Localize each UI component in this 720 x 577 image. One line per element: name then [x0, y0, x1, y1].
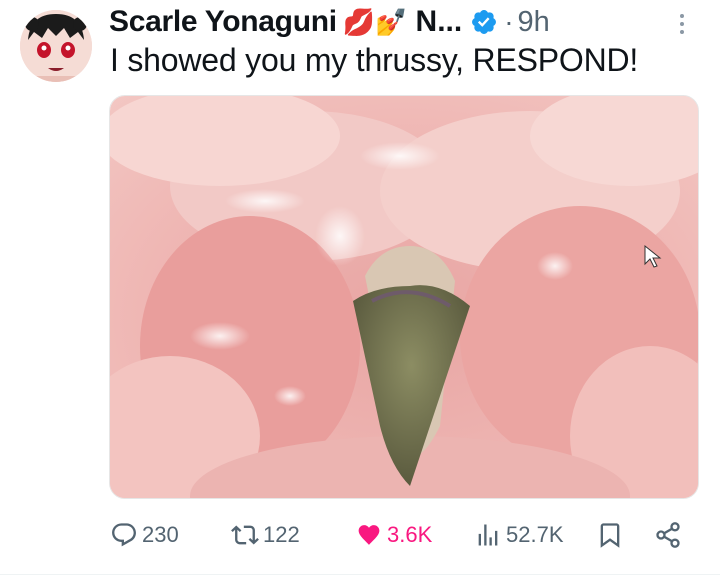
tweet-media[interactable]: [109, 95, 699, 499]
share-button[interactable]: [654, 521, 682, 549]
author-name[interactable]: Scarle Yonaguni: [109, 5, 337, 39]
share-icon: [656, 522, 680, 548]
heart-icon: [358, 525, 380, 545]
divider: [0, 574, 720, 575]
reply-icon: [112, 523, 136, 547]
retweet-icon: [231, 525, 259, 545]
author-avatar[interactable]: [20, 10, 92, 82]
like-count: 3.6K: [387, 522, 433, 547]
media-image: [110, 96, 698, 498]
tweet-actions: 230 122 3.6K 52.7K: [0, 513, 720, 557]
views-icon: [478, 524, 498, 546]
header-separator: ·: [504, 6, 514, 37]
retweet-count: 122: [263, 522, 300, 547]
tweet-text: I showed you my thrussy, RESPOND!: [110, 42, 639, 78]
more-icon[interactable]: [676, 12, 688, 36]
tweet-time[interactable]: 9h: [518, 6, 550, 39]
views-count: 52.7K: [506, 522, 564, 547]
retweet-button[interactable]: 122: [231, 521, 300, 549]
views-button[interactable]: 52.7K: [474, 521, 564, 549]
bookmark-icon: [600, 523, 620, 548]
bookmark-button[interactable]: [596, 521, 624, 549]
like-button[interactable]: 3.6K: [355, 521, 432, 549]
reply-button[interactable]: 230: [110, 521, 179, 549]
avatar-image: [20, 10, 92, 82]
reply-count: 230: [142, 522, 179, 547]
name-emoji: 💋💅: [342, 7, 408, 37]
verified-badge-icon[interactable]: [470, 8, 498, 36]
tweet-header: Scarle Yonaguni 💋💅 N... · 9h: [109, 4, 550, 40]
author-handle[interactable]: N...: [416, 5, 463, 39]
